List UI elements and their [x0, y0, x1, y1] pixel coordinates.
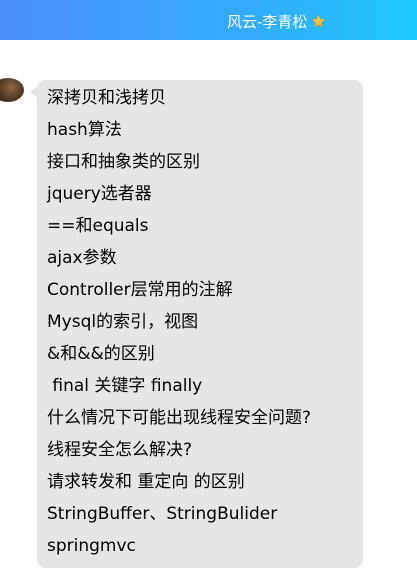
message-line: 请求转发和 重定向 的区别	[47, 472, 245, 492]
message-line: StringBuffer、StringBulider	[47, 504, 278, 524]
message-line: ==和equals	[47, 216, 149, 236]
star-icon	[311, 13, 326, 28]
message-line: hash算法	[47, 120, 122, 140]
contact-name: 风云-李青松	[227, 12, 308, 31]
message-line: Mysql的索引，视图	[47, 312, 199, 332]
contact-title[interactable]: 风云-李青松	[227, 10, 326, 32]
message-line: final 关键字 finally	[47, 376, 203, 396]
message-line: 什么情况下可能出现线程安全问题?	[47, 408, 312, 428]
chat-window: 风云-李青松 深拷贝和浅拷贝 hash算法 接口和抽象类的区别 jquery选者…	[0, 0, 417, 580]
message-line: Controller层常用的注解	[47, 280, 233, 300]
message-line: 线程安全怎么解决?	[47, 440, 193, 460]
message-line: ajax参数	[47, 248, 117, 268]
message-line: springmvc	[47, 536, 136, 556]
chat-header: 风云-李青松	[0, 0, 417, 40]
message-line: 深拷贝和浅拷贝	[47, 88, 166, 108]
message-line: 接口和抽象类的区别	[47, 152, 200, 172]
message-line: &和&&的区别	[47, 344, 155, 364]
avatar[interactable]	[0, 78, 24, 102]
message-line: jquery选者器	[47, 184, 152, 204]
